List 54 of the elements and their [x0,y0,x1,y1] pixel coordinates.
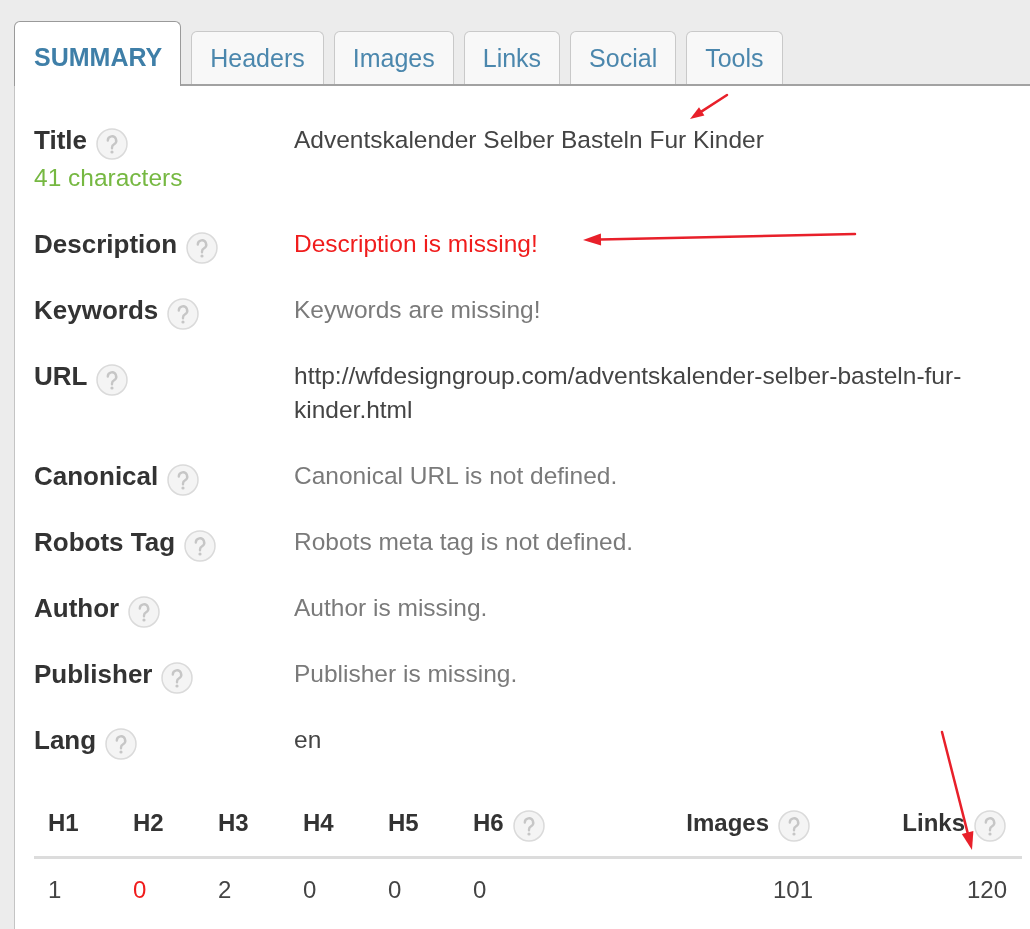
field-label: Author [34,592,120,625]
help-icon[interactable] [512,809,545,842]
field-label: URL [34,360,88,393]
help-icon[interactable] [186,232,219,264]
field-label: Title [34,124,87,157]
help-icon[interactable] [778,809,810,842]
character-count: 41 characters [34,163,183,193]
table-cell-text: 0 [303,875,317,905]
column-header: H2 [133,807,164,838]
tab[interactable]: Social [570,31,677,84]
column-header: H6 [473,807,504,838]
field-value: en [294,725,322,755]
help-icon[interactable] [96,364,129,396]
table-cell-text: 101 [772,875,813,905]
annotation-arrow [690,93,729,119]
help-icon[interactable] [167,464,200,496]
help-icon[interactable] [167,298,200,330]
field-value: Author is missing. [294,593,488,623]
field-label: Keywords [34,294,159,327]
help-icon[interactable] [974,809,1006,842]
field-label: Description [34,228,178,261]
help-icon[interactable] [184,530,217,562]
tab[interactable]: SUMMARY [14,21,182,86]
tab[interactable]: Tools [686,31,783,84]
table-cell-text: 0 [473,875,487,905]
table-cell-text: 120 [966,875,1007,905]
table-cell-text: 0 [133,875,147,905]
table-cell-text: 0 [388,875,402,905]
field-value: Description is missing! [294,229,538,259]
tab[interactable]: Links [463,31,561,84]
field-value: Canonical URL is not defined. [294,461,618,491]
field-label: Lang [34,724,97,757]
field-value: Adventskalender Selber Basteln Fur Kinder [294,125,764,155]
help-icon[interactable] [161,662,194,694]
column-header: H4 [303,807,334,838]
field-label: Publisher [34,658,153,691]
help-icon[interactable] [96,128,128,160]
help-icon[interactable] [128,596,161,628]
field-label: Canonical [34,460,159,493]
field-value: Publisher is missing. [294,659,518,689]
help-icon[interactable] [105,728,138,760]
field-value: Keywords are missing! [294,295,541,325]
column-header: H5 [388,807,419,838]
tab[interactable]: Headers [191,31,324,84]
column-header: Links [902,807,965,838]
table-cell-text: 1 [48,875,62,905]
tab[interactable]: Images [333,31,454,84]
field-label: Robots Tag [34,526,176,559]
field-value: Robots meta tag is not defined. [294,527,634,557]
field-value: http://wfdesigngroup.com/adventskalender-selber-basteln-fur-kinder.html [294,361,963,425]
column-header: Images [686,807,769,838]
column-header: H1 [48,807,79,838]
column-header: H3 [218,807,249,838]
table-cell-text: 2 [218,875,232,905]
